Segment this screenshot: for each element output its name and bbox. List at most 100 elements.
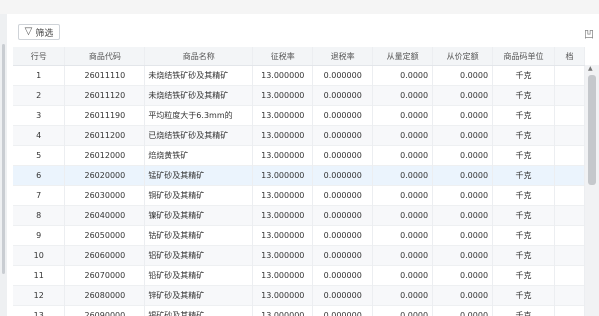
refund-rate-cell: 0.000000 bbox=[312, 205, 374, 226]
price-amount-cell: 0.0000 bbox=[432, 265, 494, 286]
goods-name-cell: 铅矿砂及其精矿 bbox=[144, 265, 254, 286]
extra-cell bbox=[554, 245, 585, 266]
table-row[interactable]: 5 26012000 焙烧黄铁矿 13.000000 0.000000 0.0000 0.0… bbox=[13, 145, 585, 166]
unit-cell: 千克 bbox=[492, 145, 555, 166]
refund-rate-cell: 0.000000 bbox=[312, 85, 374, 106]
unit-cell: 千克 bbox=[492, 205, 555, 226]
scroll-up-icon[interactable]: ▲ bbox=[588, 65, 593, 72]
row-number-cell: 2 bbox=[13, 85, 66, 106]
column-header[interactable]: 商品代码 bbox=[64, 47, 146, 66]
table-row[interactable]: 13 26090000 锡矿砂及其精矿 13.000000 0.000000 0.0000… bbox=[13, 305, 585, 316]
column-header[interactable]: 行号 bbox=[13, 47, 66, 66]
table-row[interactable]: 4 26011200 已烧结铁矿砂及其精矿 13.000000 0.000000 0.00… bbox=[13, 125, 585, 146]
goods-code-cell: 26090000 bbox=[64, 305, 146, 316]
table-scrollbar-thumb[interactable] bbox=[588, 75, 596, 185]
tax-rate-cell: 13.000000 bbox=[252, 225, 314, 246]
price-amount-cell: 0.0000 bbox=[432, 85, 494, 106]
goods-code-cell: 26020000 bbox=[64, 165, 146, 186]
extra-cell bbox=[554, 305, 585, 316]
goods-name-cell: 未烧结铁矿砂及其精矿 bbox=[144, 85, 254, 106]
row-number-cell: 3 bbox=[13, 105, 66, 126]
fixed-amount-cell: 0.0000 bbox=[372, 165, 434, 186]
fixed-amount-cell: 0.0000 bbox=[372, 285, 434, 306]
filter-label: 筛选 bbox=[35, 28, 54, 39]
goods-code-cell: 26050000 bbox=[64, 225, 146, 246]
column-header[interactable]: 从价定额 bbox=[432, 47, 494, 66]
row-number-cell: 5 bbox=[13, 145, 66, 166]
table-row[interactable]: 10 26060000 铝矿砂及其精矿 13.000000 0.000000 0.0000… bbox=[13, 245, 585, 266]
column-header[interactable]: 档 bbox=[554, 47, 585, 66]
column-header[interactable]: 从量定额 bbox=[372, 47, 434, 66]
fixed-amount-cell: 0.0000 bbox=[372, 205, 434, 226]
row-number-cell: 1 bbox=[13, 65, 66, 86]
price-amount-cell: 0.0000 bbox=[432, 305, 494, 316]
goods-code-cell: 26040000 bbox=[64, 205, 146, 226]
fixed-amount-cell: 0.0000 bbox=[372, 85, 434, 106]
table-row[interactable]: 11 26070000 铅矿砂及其精矿 13.000000 0.000000 0.0000… bbox=[13, 265, 585, 286]
column-settings-icon[interactable]: 凹 bbox=[584, 26, 594, 41]
table-row[interactable]: 7 26030000 铜矿砂及其精矿 13.000000 0.000000 0.0000 0… bbox=[13, 185, 585, 206]
refund-rate-cell: 0.000000 bbox=[312, 125, 374, 146]
price-amount-cell: 0.0000 bbox=[432, 165, 494, 186]
extra-cell bbox=[554, 145, 585, 166]
left-scrollbar[interactable] bbox=[0, 14, 7, 316]
refund-rate-cell: 0.000000 bbox=[312, 285, 374, 306]
refund-rate-cell: 0.000000 bbox=[312, 105, 374, 126]
row-number-cell: 10 bbox=[13, 245, 66, 266]
tax-rate-cell: 13.000000 bbox=[252, 65, 314, 86]
unit-cell: 千克 bbox=[492, 225, 555, 246]
table-row[interactable]: 12 26080000 锌矿砂及其精矿 13.000000 0.000000 0.0000… bbox=[13, 285, 585, 306]
refund-rate-cell: 0.000000 bbox=[312, 245, 374, 266]
column-header[interactable]: 退税率 bbox=[312, 47, 374, 66]
refund-rate-cell: 0.000000 bbox=[312, 305, 374, 316]
goods-name-cell: 镍矿砂及其精矿 bbox=[144, 205, 254, 226]
table-row[interactable]: 6 26020000 锰矿砂及其精矿 13.000000 0.000000 0.0000 0… bbox=[13, 165, 585, 186]
tax-rate-cell: 13.000000 bbox=[252, 85, 314, 106]
column-header[interactable]: 征税率 bbox=[252, 47, 314, 66]
unit-cell: 千克 bbox=[492, 245, 555, 266]
left-scrollbar-thumb[interactable] bbox=[2, 44, 5, 274]
refund-rate-cell: 0.000000 bbox=[312, 65, 374, 86]
price-amount-cell: 0.0000 bbox=[432, 145, 494, 166]
tax-rate-cell: 13.000000 bbox=[252, 125, 314, 146]
row-number-cell: 8 bbox=[13, 205, 66, 226]
unit-cell: 千克 bbox=[492, 265, 555, 286]
table-row[interactable]: 3 26011190 平均粒度大于6.3mm的 13.000000 0.000000 0.… bbox=[13, 105, 585, 126]
table-row[interactable]: 2 26011120 未烧结铁矿砂及其精矿 13.000000 0.000000 0.00… bbox=[13, 85, 585, 106]
tax-rate-cell: 13.000000 bbox=[252, 165, 314, 186]
filter-button[interactable]: ▽ 筛选 bbox=[18, 24, 60, 40]
goods-name-cell: 铜矿砂及其精矿 bbox=[144, 185, 254, 206]
goods-name-cell: 焙烧黄铁矿 bbox=[144, 145, 254, 166]
refund-rate-cell: 0.000000 bbox=[312, 145, 374, 166]
goods-code-cell: 26060000 bbox=[64, 245, 146, 266]
table-row[interactable]: 8 26040000 镍矿砂及其精矿 13.000000 0.000000 0.0000 0… bbox=[13, 205, 585, 226]
goods-name-cell: 未烧结铁矿砂及其精矿 bbox=[144, 65, 254, 86]
column-header[interactable]: 商品名称 bbox=[144, 47, 254, 66]
unit-cell: 千克 bbox=[492, 285, 555, 306]
row-number-cell: 12 bbox=[13, 285, 66, 306]
goods-name-cell: 钴矿砂及其精矿 bbox=[144, 225, 254, 246]
extra-cell bbox=[554, 105, 585, 126]
fixed-amount-cell: 0.0000 bbox=[372, 245, 434, 266]
row-number-cell: 11 bbox=[13, 265, 66, 286]
extra-cell bbox=[554, 185, 585, 206]
unit-cell: 千克 bbox=[492, 85, 555, 106]
tax-rate-cell: 13.000000 bbox=[252, 105, 314, 126]
goods-table: 行号 商品代码 商品名称 征税率 退税率 从量定额 从价定额 商品码单位 档 1… bbox=[13, 47, 585, 316]
extra-cell bbox=[554, 265, 585, 286]
fixed-amount-cell: 0.0000 bbox=[372, 265, 434, 286]
column-header[interactable]: 商品码单位 bbox=[492, 47, 555, 66]
tax-rate-cell: 13.000000 bbox=[252, 265, 314, 286]
fixed-amount-cell: 0.0000 bbox=[372, 185, 434, 206]
goods-name-cell: 锡矿砂及其精矿 bbox=[144, 305, 254, 316]
extra-cell bbox=[554, 85, 585, 106]
tax-rate-cell: 13.000000 bbox=[252, 145, 314, 166]
page: ▽ 筛选 凹 行号 商品代码 商品名称 征税率 退税率 从量定额 从价定额 商品… bbox=[0, 0, 599, 316]
table-scrollbar[interactable]: ▲ bbox=[585, 65, 599, 316]
row-number-cell: 4 bbox=[13, 125, 66, 146]
top-bar bbox=[0, 0, 599, 14]
table-header-row: 行号 商品代码 商品名称 征税率 退税率 从量定额 从价定额 商品码单位 档 bbox=[13, 47, 585, 66]
table-row[interactable]: 9 26050000 钴矿砂及其精矿 13.000000 0.000000 0.0000 0… bbox=[13, 225, 585, 246]
row-number-cell: 7 bbox=[13, 185, 66, 206]
goods-code-cell: 26011190 bbox=[64, 105, 146, 126]
